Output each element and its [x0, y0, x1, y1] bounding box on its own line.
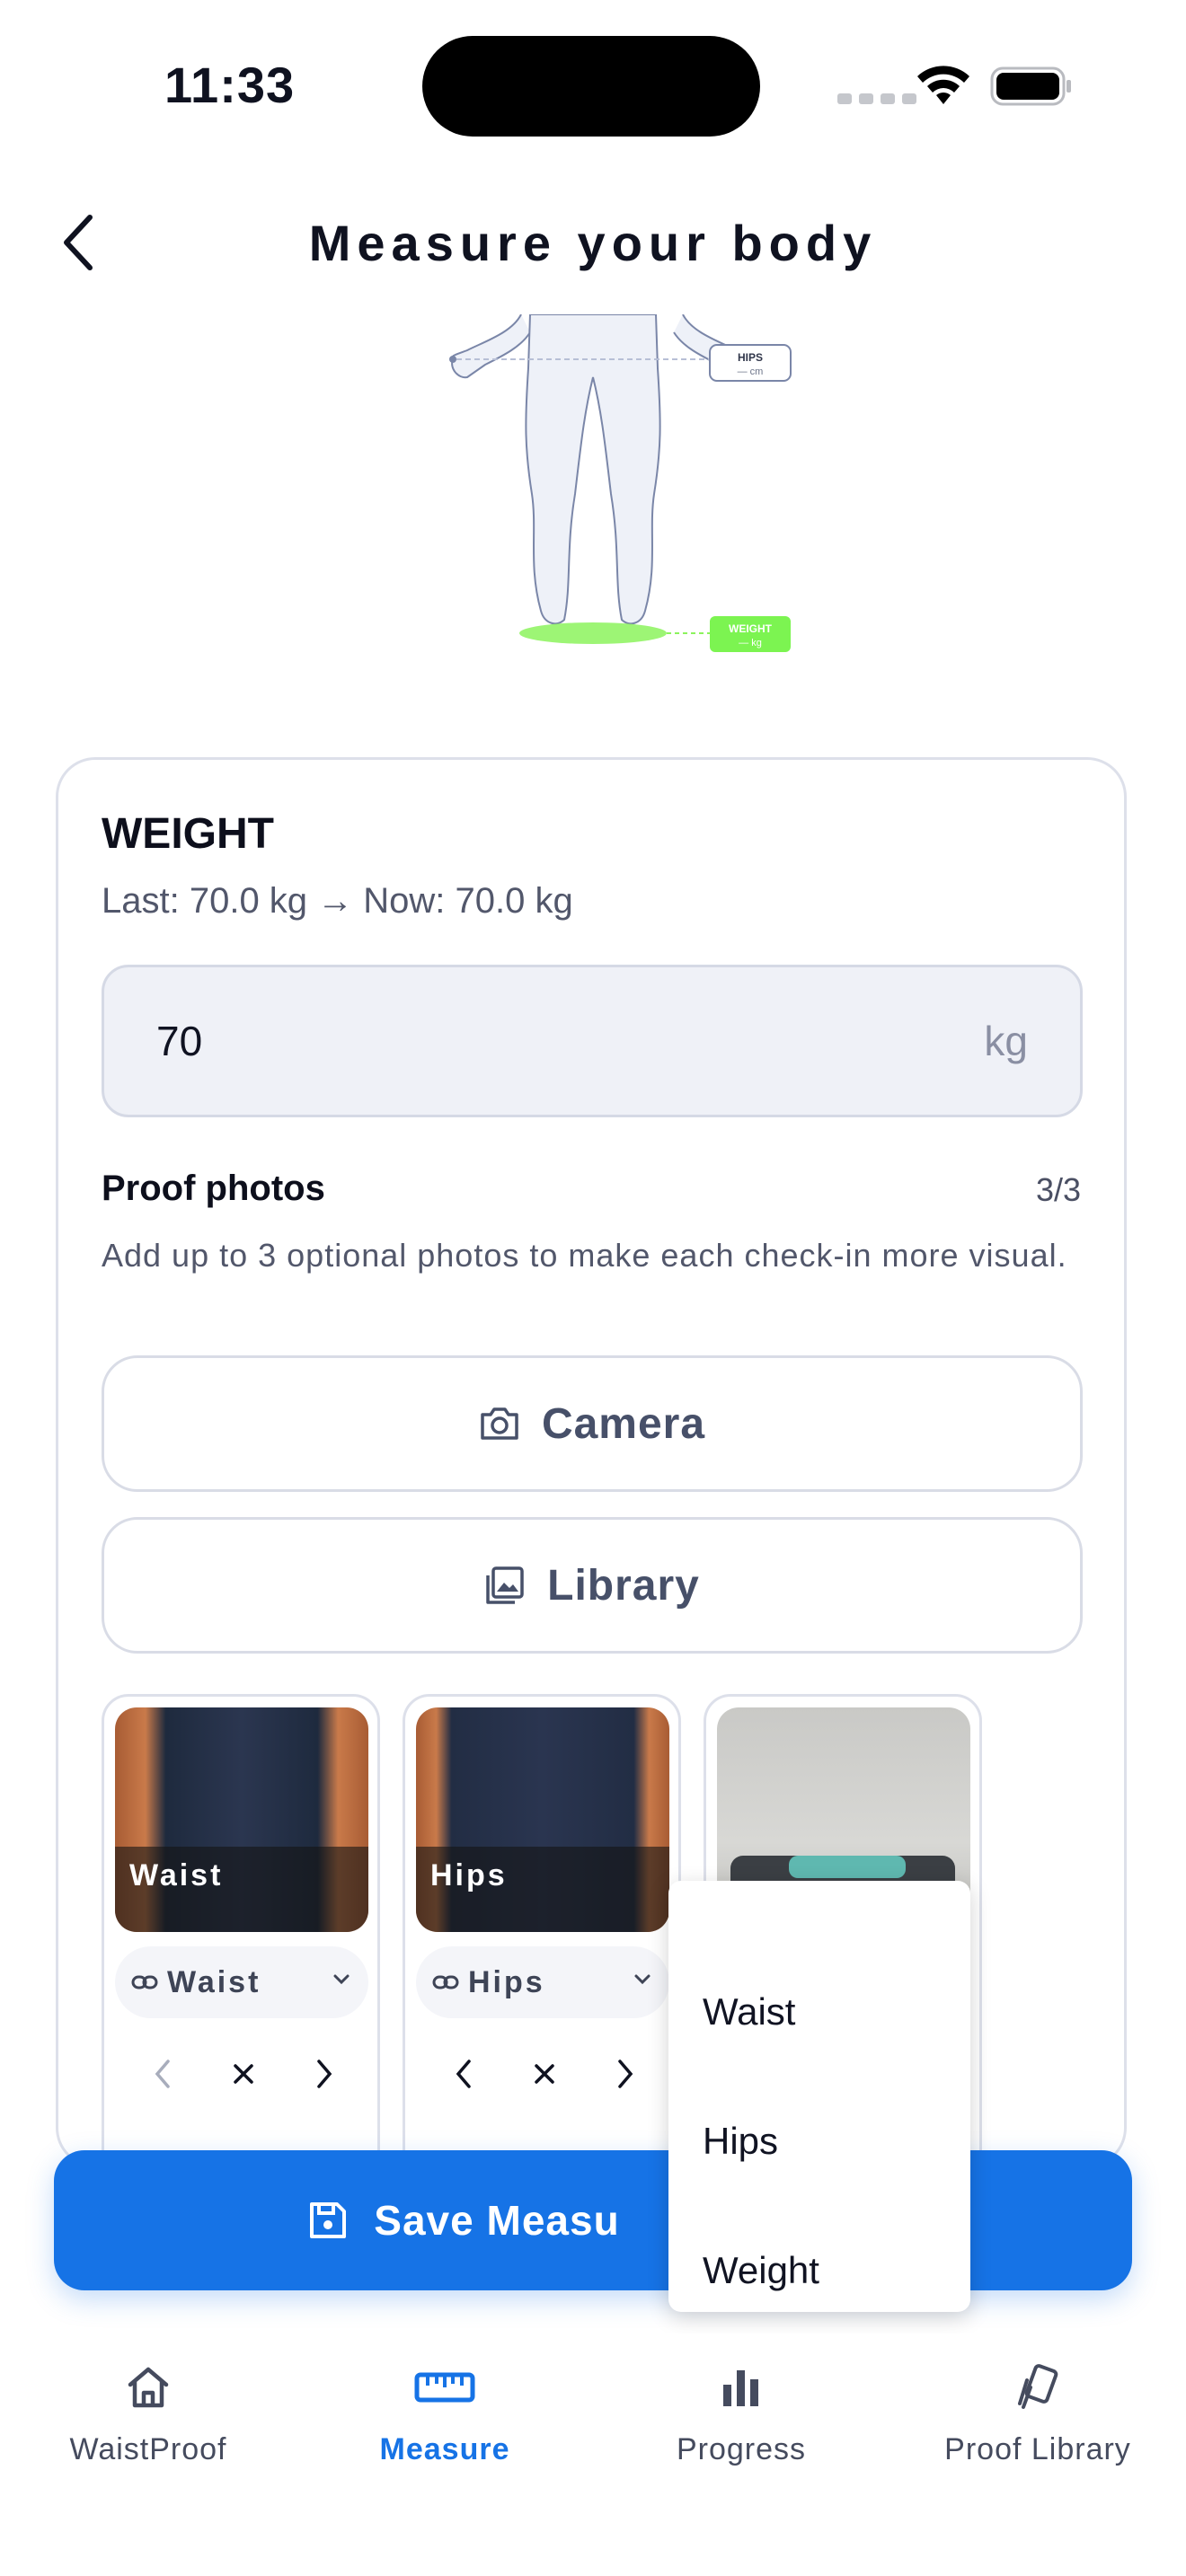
- proof-photo-card-1: Waist Waist: [102, 1694, 380, 2165]
- close-icon: [535, 2064, 554, 2084]
- proof-photo-1-move-right-button[interactable]: [302, 2051, 347, 2096]
- chevron-right-icon: [317, 2060, 332, 2088]
- hips-value: — cm: [738, 366, 764, 377]
- bar-chart-icon: [723, 2370, 758, 2406]
- tab-measure-label: Measure: [379, 2432, 510, 2466]
- library-button[interactable]: Library: [102, 1517, 1083, 1654]
- tab-proof-library-label: Proof Library: [944, 2432, 1131, 2466]
- tab-measure[interactable]: Measure: [296, 2360, 593, 2467]
- proof-photo-2-tag: Hips: [468, 1964, 545, 1999]
- proof-photo-1-tag: Waist: [167, 1964, 261, 1999]
- camera-icon: [481, 1407, 518, 1440]
- weight-input[interactable]: 70 kg: [102, 965, 1083, 1117]
- tab-progress[interactable]: Progress: [593, 2360, 890, 2467]
- proof-photo-2-move-right-button[interactable]: [603, 2051, 648, 2096]
- dynamic-island: [422, 36, 760, 137]
- ruler-icon: [414, 2372, 475, 2403]
- battery-icon: [990, 66, 1071, 106]
- save-button-label: Save Measu: [374, 2197, 620, 2244]
- link-icon: [131, 1975, 158, 1989]
- camera-button-label: Camera: [541, 1399, 706, 1448]
- page-title: Measure your body: [308, 215, 878, 271]
- proof-photo-1[interactable]: Waist: [115, 1707, 368, 1932]
- weight-label: WEIGHT: [729, 622, 773, 635]
- chevron-left-icon: [456, 2060, 471, 2088]
- tab-waistproof[interactable]: WaistProof: [0, 2360, 296, 2467]
- body-silhouette: HIPS — cm WEIGHT — kg: [449, 313, 792, 652]
- proof-photo-card-2: Hips Hips: [403, 1694, 681, 2165]
- metric-subtitle: Last: 70.0 kg → Now: 70.0 kg: [102, 881, 573, 921]
- weight-input-unit: kg: [984, 1018, 1028, 1064]
- metric-title: WEIGHT: [102, 810, 274, 858]
- status-bar: 11:33: [0, 0, 1186, 171]
- proof-photo-2-tag-select[interactable]: Hips: [416, 1946, 669, 2018]
- hips-label: HIPS: [738, 351, 763, 364]
- cards-icon: [1018, 2364, 1058, 2409]
- chevron-down-icon: [634, 1974, 651, 1985]
- chevron-right-icon: [618, 2060, 633, 2088]
- photo-library-icon: [486, 1566, 524, 1604]
- proof-photos-description: Add up to 3 optional photos to make each…: [102, 1237, 1067, 1274]
- proof-photo-2-label: Hips: [430, 1858, 508, 1892]
- chevron-left-icon: [155, 2060, 170, 2088]
- bottom-tab-bar: WaistProof Measure Progress Proof Librar…: [0, 2333, 1186, 2576]
- link-icon: [432, 1975, 459, 1989]
- home-icon: [128, 2367, 169, 2408]
- save-measurement-button[interactable]: Save Measu: [54, 2150, 1132, 2290]
- proof-photo-2-move-left-button[interactable]: [441, 2051, 486, 2096]
- chevron-down-icon: [333, 1974, 350, 1985]
- proof-photo-1-move-left-button[interactable]: [140, 2051, 185, 2096]
- status-time: 11:33: [164, 57, 296, 113]
- dropdown-option-hips[interactable]: Hips: [703, 2120, 778, 2163]
- proof-photo-1-label: Waist: [129, 1858, 224, 1892]
- proof-photos-title: Proof photos: [102, 1169, 325, 1208]
- weight-value: — kg: [739, 638, 762, 648]
- tab-progress-label: Progress: [676, 2432, 807, 2466]
- proof-photo-2-remove-button[interactable]: [522, 2051, 567, 2096]
- wifi-icon: [917, 66, 969, 104]
- tab-proof-library[interactable]: Proof Library: [890, 2360, 1186, 2467]
- photo-tag-dropdown-menu: Waist Hips Weight: [668, 1881, 970, 2312]
- weight-input-value: 70: [156, 1018, 203, 1064]
- save-icon: [310, 2202, 347, 2238]
- close-icon: [234, 2064, 253, 2084]
- body-figure-illustration: HIPS — cm WEIGHT — kg: [431, 313, 809, 656]
- proof-photo-1-remove-button[interactable]: [221, 2051, 266, 2096]
- proof-photos-count: 3/3: [1035, 1171, 1081, 1208]
- library-button-label: Library: [547, 1561, 700, 1610]
- proof-photo-2[interactable]: Hips: [416, 1707, 669, 1932]
- proof-photo-1-tag-select[interactable]: Waist: [115, 1946, 368, 2018]
- camera-button[interactable]: Camera: [102, 1355, 1083, 1492]
- tab-waistproof-label: WaistProof: [69, 2432, 227, 2466]
- dropdown-option-waist[interactable]: Waist: [703, 1990, 795, 2033]
- dropdown-option-weight[interactable]: Weight: [703, 2249, 819, 2292]
- cellular-signal-icon: [837, 93, 916, 104]
